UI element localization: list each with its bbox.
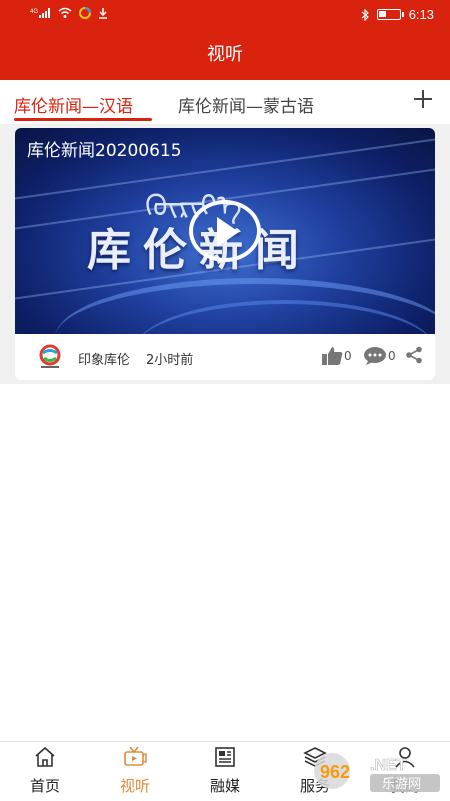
nav-item-media[interactable]: 融媒 (180, 742, 270, 801)
video-title: 库伦新闻20200615 (27, 141, 182, 161)
newspaper-icon (215, 747, 235, 767)
app-notification-icon (79, 7, 91, 19)
tab-kulun-news-chinese[interactable]: 库伦新闻—汉语 (14, 92, 133, 117)
status-bar: 4G 6:13 (0, 0, 450, 30)
video-card[interactable]: ᠬᠦᠷᠢᠶ᠎ᠡ 库伦新闻 库伦新闻20200615 印象库伦 2小时前 0 (15, 128, 435, 380)
page-title: 视听 (207, 44, 243, 65)
channel-tabs: 库伦新闻—汉语 库伦新闻—蒙古语 (0, 80, 450, 124)
publish-time: 2小时前 (146, 353, 194, 368)
video-list: ᠬᠦᠷᠢᠶ᠎ᠡ 库伦新闻 库伦新闻20200615 印象库伦 2小时前 0 (0, 124, 450, 384)
comment-button[interactable]: 0 (363, 346, 396, 366)
nav-item-home[interactable]: 首页 (0, 742, 90, 801)
tab-kulun-news-mongolian[interactable]: 库伦新闻—蒙古语 (178, 92, 314, 117)
watermark-domain: .NET (370, 757, 407, 774)
active-tab-indicator (14, 118, 152, 121)
like-button[interactable]: 0 (321, 346, 352, 366)
source-logo-icon (39, 344, 61, 368)
nav-label-audiovisual: 视听 (119, 777, 150, 795)
source-name[interactable]: 印象库伦 (78, 349, 130, 368)
site-watermark: 962 .NET 乐游网 (314, 753, 440, 792)
nav-item-audiovisual[interactable]: 视听 (90, 742, 180, 801)
nav-label-home: 首页 (29, 777, 60, 795)
signal-icon: 4G (30, 8, 50, 18)
share-button[interactable] (405, 346, 423, 364)
video-thumbnail[interactable]: ᠬᠦᠷᠢᠶ᠎ᠡ 库伦新闻 库伦新闻20200615 (15, 128, 435, 334)
home-icon (35, 746, 55, 767)
bluetooth-icon (361, 8, 369, 21)
watermark-number: 962 (320, 762, 350, 782)
video-meta: 印象库伦 2小时前 0 0 (15, 334, 435, 380)
wifi-icon (58, 7, 72, 18)
svg-text:4G: 4G (30, 9, 38, 15)
comment-count: 0 (388, 349, 396, 363)
tv-icon (124, 746, 147, 766)
play-icon[interactable] (189, 200, 261, 262)
page-header: 视听 (0, 30, 450, 80)
thumbs-up-icon (322, 347, 343, 365)
battery-icon (376, 9, 404, 20)
comment-icon (364, 347, 386, 365)
like-count: 0 (344, 349, 352, 363)
nav-label-media: 融媒 (209, 777, 240, 795)
plus-icon[interactable] (410, 86, 438, 114)
share-icon (406, 346, 422, 364)
download-icon (99, 8, 107, 19)
watermark-subtext: 乐游网 (382, 777, 421, 792)
clock: 6:13 (408, 7, 434, 22)
